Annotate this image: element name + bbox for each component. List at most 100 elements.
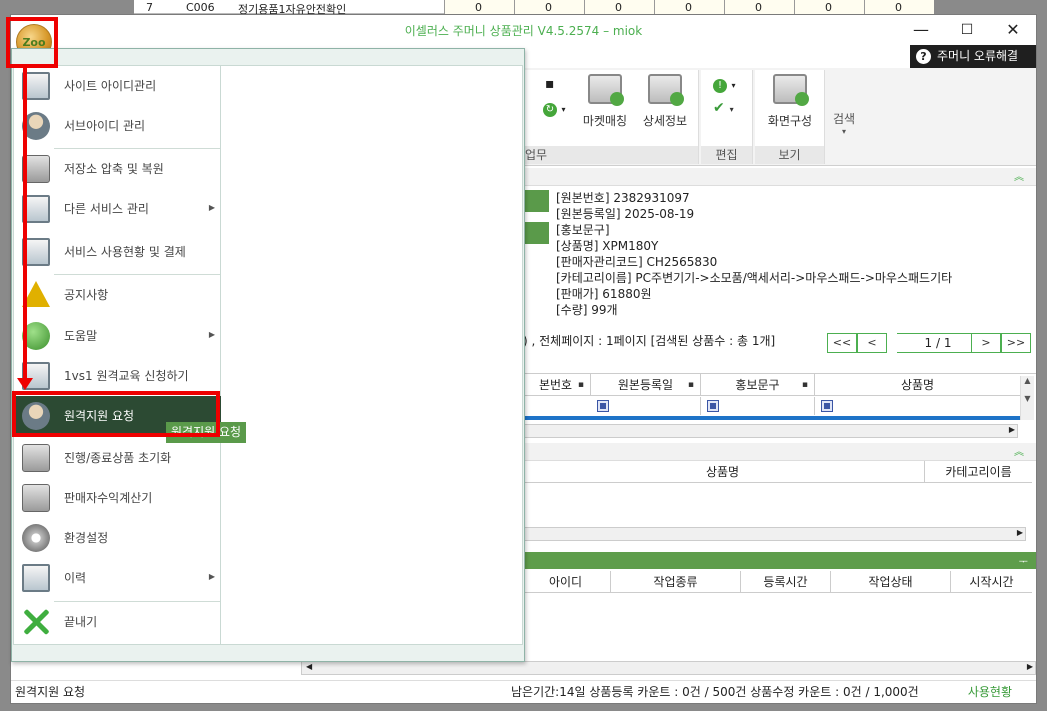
- menu-item-other-services[interactable]: 다른 서비스 관리 ▶: [14, 189, 221, 229]
- menu-frame: 사이트 아이디관리 서브아이디 관리 저장소 압축 및 복원 다른 서비스 관리…: [13, 65, 523, 645]
- usage-status-link[interactable]: 사용현황: [968, 681, 1012, 703]
- filter-icon: [821, 400, 833, 412]
- collapse-icon[interactable]: ︽: [1014, 443, 1024, 458]
- help-icon: ?: [916, 49, 931, 64]
- status-message: 원격지원 요청: [15, 685, 86, 699]
- ribbon-group-label: 보기: [755, 146, 824, 164]
- help-button[interactable]: ? 주머니 오류해결: [910, 45, 1036, 68]
- filter-icon: [597, 400, 609, 412]
- detail-info-button[interactable]: 상세정보: [635, 74, 695, 129]
- window-title: 이셀러스 주머니 상품관리 V4.5.2574 – miok: [404, 24, 643, 38]
- column-header[interactable]: 원본등록일 ▪: [591, 374, 701, 396]
- history-icon: [22, 564, 50, 592]
- filter-cell[interactable]: [701, 397, 815, 415]
- minimize-button[interactable]: —: [898, 15, 944, 45]
- reset-icon: [22, 444, 50, 472]
- filter-cell[interactable]: [591, 397, 701, 415]
- menu-item-service-usage[interactable]: 서비스 사용현황 및 결제: [14, 232, 221, 272]
- pin-icon[interactable]: ᅮ: [1019, 553, 1028, 568]
- vertical-scrollbar[interactable]: ▲ ▼: [1020, 376, 1034, 420]
- last-page-button[interactable]: >>: [1001, 333, 1031, 353]
- detail-line: [카테고리이름] PC주변기기->소모품/액세서리->마우스패드->마우스패드기…: [556, 271, 953, 285]
- menu-item-history[interactable]: 이력 ▶: [14, 558, 221, 598]
- ribbon-group-label: 업무: [521, 146, 698, 164]
- check-icon[interactable]: ✔ ▾: [713, 100, 734, 116]
- layout-button[interactable]: 화면구성: [760, 74, 820, 129]
- detail-green-block: [521, 222, 549, 244]
- prev-page-button[interactable]: <: [857, 333, 887, 353]
- ribbon-group-work: ▪ ↻ ▾ 마켓매칭 상세정보 업무: [521, 70, 699, 164]
- application-menu: 사이트 아이디관리 서브아이디 관리 저장소 압축 및 복원 다른 서비스 관리…: [11, 48, 525, 662]
- info-icon[interactable]: ! ▾: [713, 76, 735, 93]
- detail-line: [원본번호] 2382931097: [556, 191, 690, 205]
- detail-line: [원본등록일] 2025-08-19: [556, 207, 695, 221]
- detail-line: [수량] 99개: [556, 303, 618, 317]
- market-matching-button[interactable]: 마켓매칭: [575, 74, 635, 129]
- column-header[interactable]: 상품명: [815, 374, 1020, 396]
- menu-item-help[interactable]: 도움말 ▶: [14, 316, 221, 356]
- bg-value: 0: [545, 1, 552, 14]
- horizontal-scrollbar[interactable]: ◀ ▶: [301, 661, 1036, 675]
- menu-item-profit-calculator[interactable]: 판매자수익계산기: [14, 478, 221, 518]
- market-matching-label: 마켓매칭: [582, 114, 628, 128]
- menu-item-sub-id[interactable]: 서브아이디 관리: [14, 106, 221, 146]
- column-header[interactable]: 등록시간: [741, 571, 831, 593]
- annotation-box-remote-support: [12, 391, 220, 437]
- bg-code: C006: [186, 1, 215, 14]
- selected-row[interactable]: [521, 416, 1021, 420]
- menu-item-site-id[interactable]: 사이트 아이디관리: [14, 66, 221, 106]
- submenu-arrow-icon: ▶: [208, 572, 215, 581]
- menu-item-exit[interactable]: 끝내기: [14, 602, 221, 642]
- menu-item-settings[interactable]: 환경설정: [14, 518, 221, 558]
- bg-row-number: 7: [146, 1, 153, 14]
- column-header[interactable]: 시작시간: [951, 571, 1032, 593]
- bg-value: 0: [615, 1, 622, 14]
- column-header[interactable]: 상품명: [521, 461, 925, 483]
- filter-icon: [707, 400, 719, 412]
- detail-line: [상품명] XPM180Y: [556, 239, 659, 253]
- close-button[interactable]: ✕: [990, 15, 1036, 45]
- column-header[interactable]: 홍보문구 ▪: [701, 374, 815, 396]
- refresh-small-icon[interactable]: ↻ ▾: [543, 100, 565, 117]
- annotation-arrow-line: [23, 66, 27, 382]
- menu-item-notice[interactable]: 공지사항: [14, 275, 221, 315]
- column-header[interactable]: 카테고리이름: [925, 461, 1032, 483]
- ribbon-group-view: 화면구성 보기: [755, 70, 825, 164]
- monitor-icon: [773, 74, 809, 106]
- small-tool-icon[interactable]: ▪: [545, 76, 555, 92]
- bg-value: 0: [685, 1, 692, 14]
- detail-green-block: [521, 190, 549, 212]
- menu-item-storage[interactable]: 저장소 압축 및 복원: [14, 149, 221, 189]
- column-header[interactable]: 작업상태: [831, 571, 951, 593]
- menu-item-reset-products[interactable]: 진행/종료상품 초기화: [14, 438, 221, 478]
- background-sheet-row: 7 C006 정기용품1자유안전확인 0 0 0 0 0 0 0: [134, 0, 934, 16]
- maximize-button[interactable]: ☐: [944, 15, 990, 45]
- menu-item-remote-education[interactable]: 1vs1 원격교육 신청하기: [14, 356, 221, 396]
- calculator-icon: [22, 484, 50, 512]
- detail-line: [판매가] 61880원: [556, 287, 652, 301]
- filter-cell[interactable]: [815, 397, 1020, 415]
- layout-label: 화면구성: [767, 114, 813, 128]
- detail-info-icon: [648, 74, 684, 106]
- annotation-box-logo: [6, 17, 58, 68]
- detail-line: [홍보문구]: [556, 223, 610, 237]
- search-dropdown[interactable]: 검색 ▾: [833, 110, 855, 136]
- column-header[interactable]: 본번호 ▪: [521, 374, 591, 396]
- submenu-arrow-icon: ▶: [208, 203, 215, 212]
- column-header[interactable]: 아이디: [521, 571, 611, 593]
- column-header[interactable]: 작업종류: [611, 571, 741, 593]
- detail-line: [판매자관리코드] CH2565830: [556, 255, 718, 269]
- next-page-button[interactable]: >: [971, 333, 1001, 353]
- title-bar: 이셀러스 주머니 상품관리 V4.5.2574 – miok — ☐ ✕: [11, 15, 1036, 45]
- collapse-icon[interactable]: ︽: [1014, 168, 1024, 183]
- status-bar: 원격지원 요청 남은기간:14일 상품등록 카운트 : 0건 / 500건 상품…: [11, 680, 1036, 703]
- ribbon-group-label: 편집: [701, 146, 752, 164]
- first-page-button[interactable]: <<: [827, 333, 857, 353]
- exit-icon: [22, 608, 50, 636]
- chevron-down-icon: ▾: [842, 127, 847, 136]
- pager-info: ) , 전체페이지 : 1페이지 [검색된 상품수 : 총 1개]: [523, 334, 776, 348]
- detail-info-label: 상세정보: [642, 114, 688, 128]
- bg-value: 0: [755, 1, 762, 14]
- usage-counts: 남은기간:14일 상품등록 카운트 : 0건 / 500건 상품수정 카운트 :…: [511, 685, 919, 699]
- bg-value: 0: [825, 1, 832, 14]
